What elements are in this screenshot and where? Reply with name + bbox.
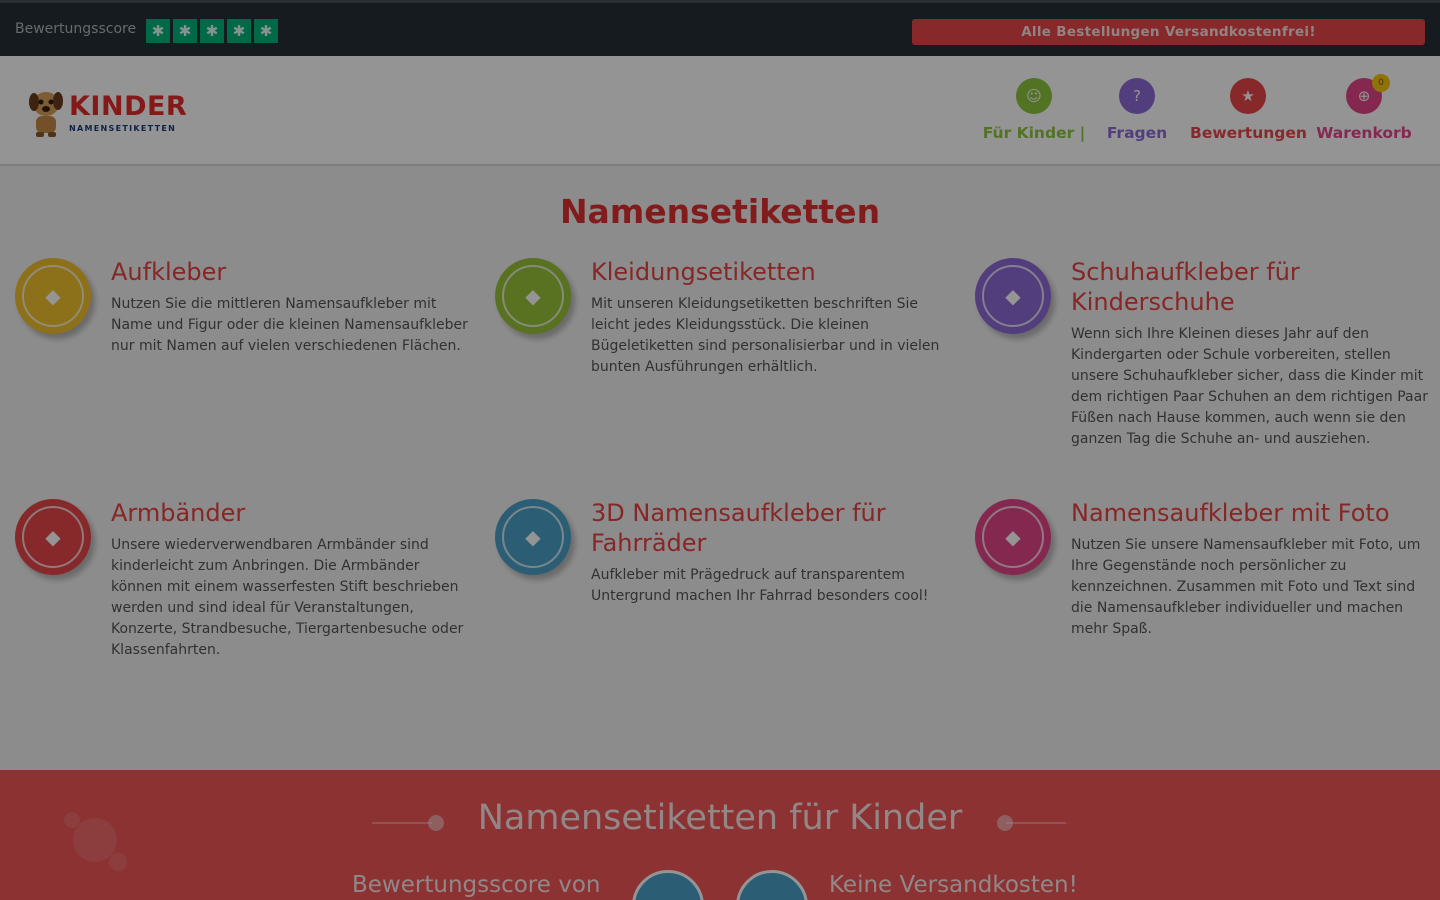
modal-backdrop[interactable] bbox=[0, 0, 1440, 900]
